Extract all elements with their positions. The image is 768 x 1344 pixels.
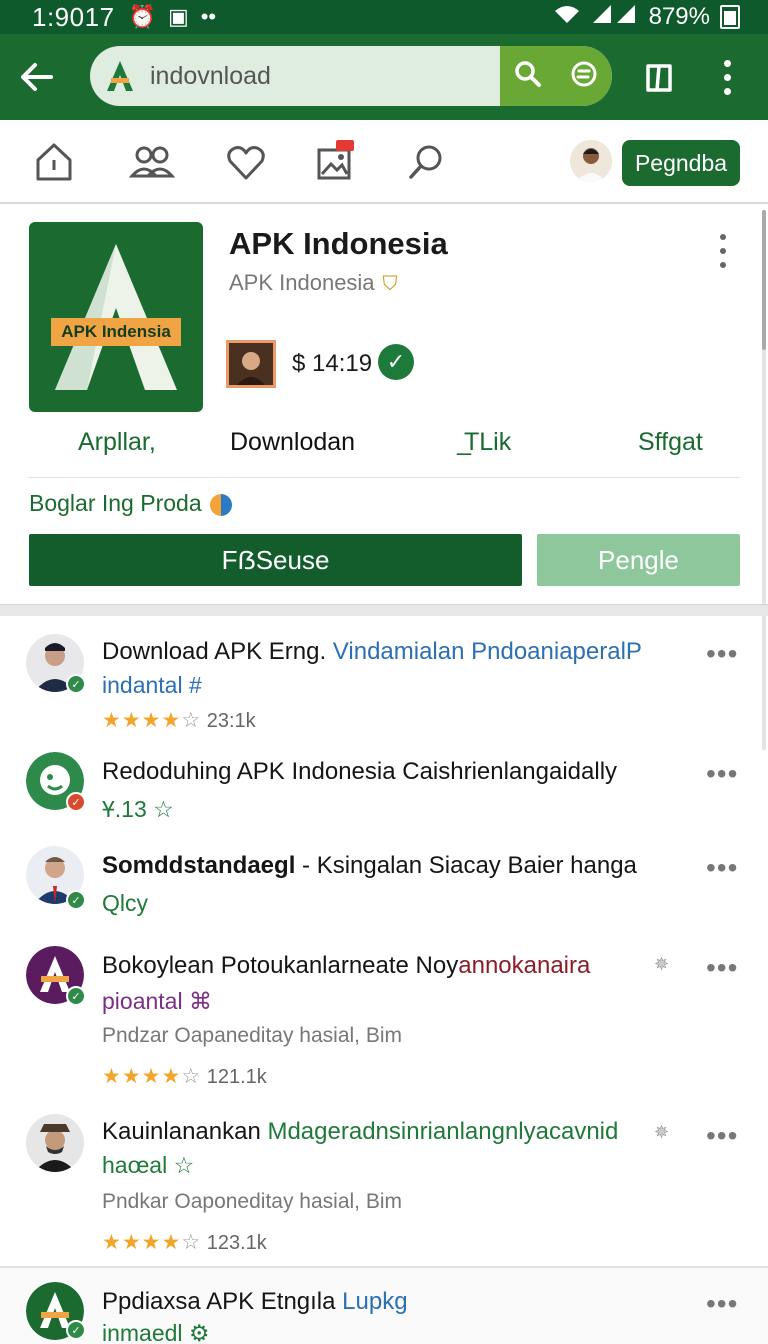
status-time: 1:9017 <box>32 1 115 32</box>
tab-apps[interactable]: Arpllar, <box>78 428 156 457</box>
list-item[interactable]: ✓ Bokoylean Potoukanlarneate Noyannokana… <box>0 932 768 1098</box>
item-more-icon[interactable]: ••• <box>706 638 738 670</box>
voice-search-icon[interactable] <box>569 59 599 94</box>
verified-badge-icon: ✓ <box>66 674 86 694</box>
rating-stars: ★★★★☆ <box>102 1065 202 1088</box>
secondary-button[interactable]: Pengle <box>537 534 740 586</box>
promo-label: Boglar Ing Proda <box>29 490 202 516</box>
item-title: Redoduhing APK Indonesia Caishrienlangai… <box>102 758 618 785</box>
item-avatar <box>26 1114 84 1172</box>
app-card: APK Indensia APK Indonesia APK Indonesia… <box>0 206 768 606</box>
app-logo: APK Indensia <box>29 222 203 412</box>
people-icon[interactable] <box>128 140 176 184</box>
item-description: Pndkar Oaponeditay hasial, Bim <box>102 1190 402 1213</box>
back-arrow-icon[interactable] <box>0 34 72 120</box>
wifi-icon <box>553 3 581 32</box>
status-badge-icon: ✓ <box>66 792 86 812</box>
user-avatar[interactable] <box>570 140 612 182</box>
section-divider <box>0 604 768 616</box>
signal-icon <box>591 3 639 32</box>
rating-stars: ★★★★☆ <box>102 1231 202 1254</box>
item-subtitle: indantal # <box>102 672 202 698</box>
rating-stars: ★★★★☆ <box>102 709 202 732</box>
verified-check-icon: ✓ <box>378 344 414 380</box>
gallery-icon[interactable] <box>314 140 358 184</box>
list-item[interactable]: ✓ Ppdiaxsa APK Etngıla Lupkg inmaedl ⚙ •… <box>0 1268 768 1344</box>
battery-icon <box>720 5 740 29</box>
item-title: Somddstandaegl - Ksingalan Siacay Baier … <box>102 852 637 879</box>
item-title: Download APK Erng. Vindamialan Pndoaniap… <box>102 638 642 665</box>
list-item[interactable]: ✓ Somddstandaegl - Ksingalan Siacay Baie… <box>0 832 768 932</box>
developer-thumbnail[interactable] <box>226 340 276 388</box>
app-price: $ 14:19 <box>292 350 373 377</box>
search-icon[interactable] <box>514 60 542 93</box>
item-subtitle: inmaedl ⚙ <box>102 1320 210 1344</box>
promo-text: Boglar Ing Proda <box>29 490 232 517</box>
home-icon[interactable] <box>32 140 76 184</box>
item-rating: ★★★★☆ 121.1k <box>102 1065 267 1088</box>
search-nav-icon[interactable] <box>404 140 448 184</box>
item-subtitle: Qlcy <box>102 890 148 916</box>
list-item[interactable]: Kauinlanankan Mdageradnsinrianlangnlyaca… <box>0 1098 768 1266</box>
overflow-menu-icon[interactable] <box>714 56 740 98</box>
search-actions <box>500 46 612 106</box>
item-more-icon[interactable]: ••• <box>706 952 738 984</box>
lock-icon: ▣ <box>167 4 189 29</box>
item-subtitle: haœal ☆ <box>102 1152 195 1178</box>
item-description: Pndzar Oapaneditay hasial, Bim <box>102 1024 402 1047</box>
app-more-icon[interactable] <box>716 234 730 268</box>
app-bar <box>0 34 768 120</box>
item-more-icon[interactable]: ••• <box>706 1288 738 1320</box>
tab-download[interactable]: Downlodan <box>230 428 355 457</box>
tab-link[interactable]: ̲TLik <box>464 428 511 457</box>
item-subtitle: Ұ.13 ☆ <box>102 796 174 822</box>
gear-icon[interactable]: ✵ <box>654 954 669 975</box>
list-item[interactable]: ✓ Download APK Erng. Vindamialan Pndoani… <box>0 616 768 734</box>
search-input[interactable] <box>150 61 490 91</box>
install-button[interactable]: FẞSeuse <box>29 534 522 586</box>
tabs-icon[interactable] <box>640 58 678 96</box>
item-more-icon[interactable]: ••• <box>706 852 738 884</box>
developer-name: APK Indonesia <box>229 270 375 295</box>
app-title: APK Indonesia <box>229 226 448 261</box>
item-rating: ★★★★☆ 123.1k <box>102 1231 267 1254</box>
heart-icon[interactable] <box>224 140 268 184</box>
scrollbar-thumb[interactable] <box>762 210 766 350</box>
item-title: Kauinlanankan Mdageradnsinrianlangnlyaca… <box>102 1118 619 1145</box>
app-tabs: Arpllar, Downlodan ̲TLik Sffgat <box>28 424 740 478</box>
search-bar[interactable] <box>90 46 612 106</box>
battery-percent: 879% <box>648 3 710 30</box>
verified-badge-icon: ✓ <box>66 1320 86 1340</box>
item-title: Bokoylean Potoukanlarneate Noyannokanair… <box>102 952 591 979</box>
verified-badge-icon: ✓ <box>66 986 86 1006</box>
tab-share[interactable]: Sffgat <box>638 428 703 457</box>
promo-icon <box>209 493 232 516</box>
item-rating: ★★★★☆ 23:1k <box>102 709 256 732</box>
alarm-icon: ⏰ <box>128 4 156 29</box>
gear-icon[interactable]: ✵ <box>654 1122 669 1143</box>
app-logo-label: APK Indensia <box>51 318 181 346</box>
apk-logo-icon <box>90 46 150 106</box>
item-subtitle: pioantal ⌘ <box>102 988 212 1014</box>
more-notifications-icon: •• <box>200 4 217 29</box>
login-button[interactable]: Pegndba <box>622 140 740 186</box>
item-title: Ppdiaxsa APK Etngıla Lupkg <box>102 1288 408 1315</box>
app-developer: APK Indonesia ⛉ <box>229 270 398 296</box>
list-item[interactable]: ✓ Redoduhing APK Indonesia Caishrienlang… <box>0 734 768 832</box>
item-more-icon[interactable]: ••• <box>706 1120 738 1152</box>
item-more-icon[interactable]: ••• <box>706 758 738 790</box>
developer-badge-icon: ⛉ <box>382 273 398 295</box>
verified-badge-icon: ✓ <box>66 890 86 910</box>
status-bar: 1:9017 ⏰ ▣ •• 879% <box>0 0 768 34</box>
